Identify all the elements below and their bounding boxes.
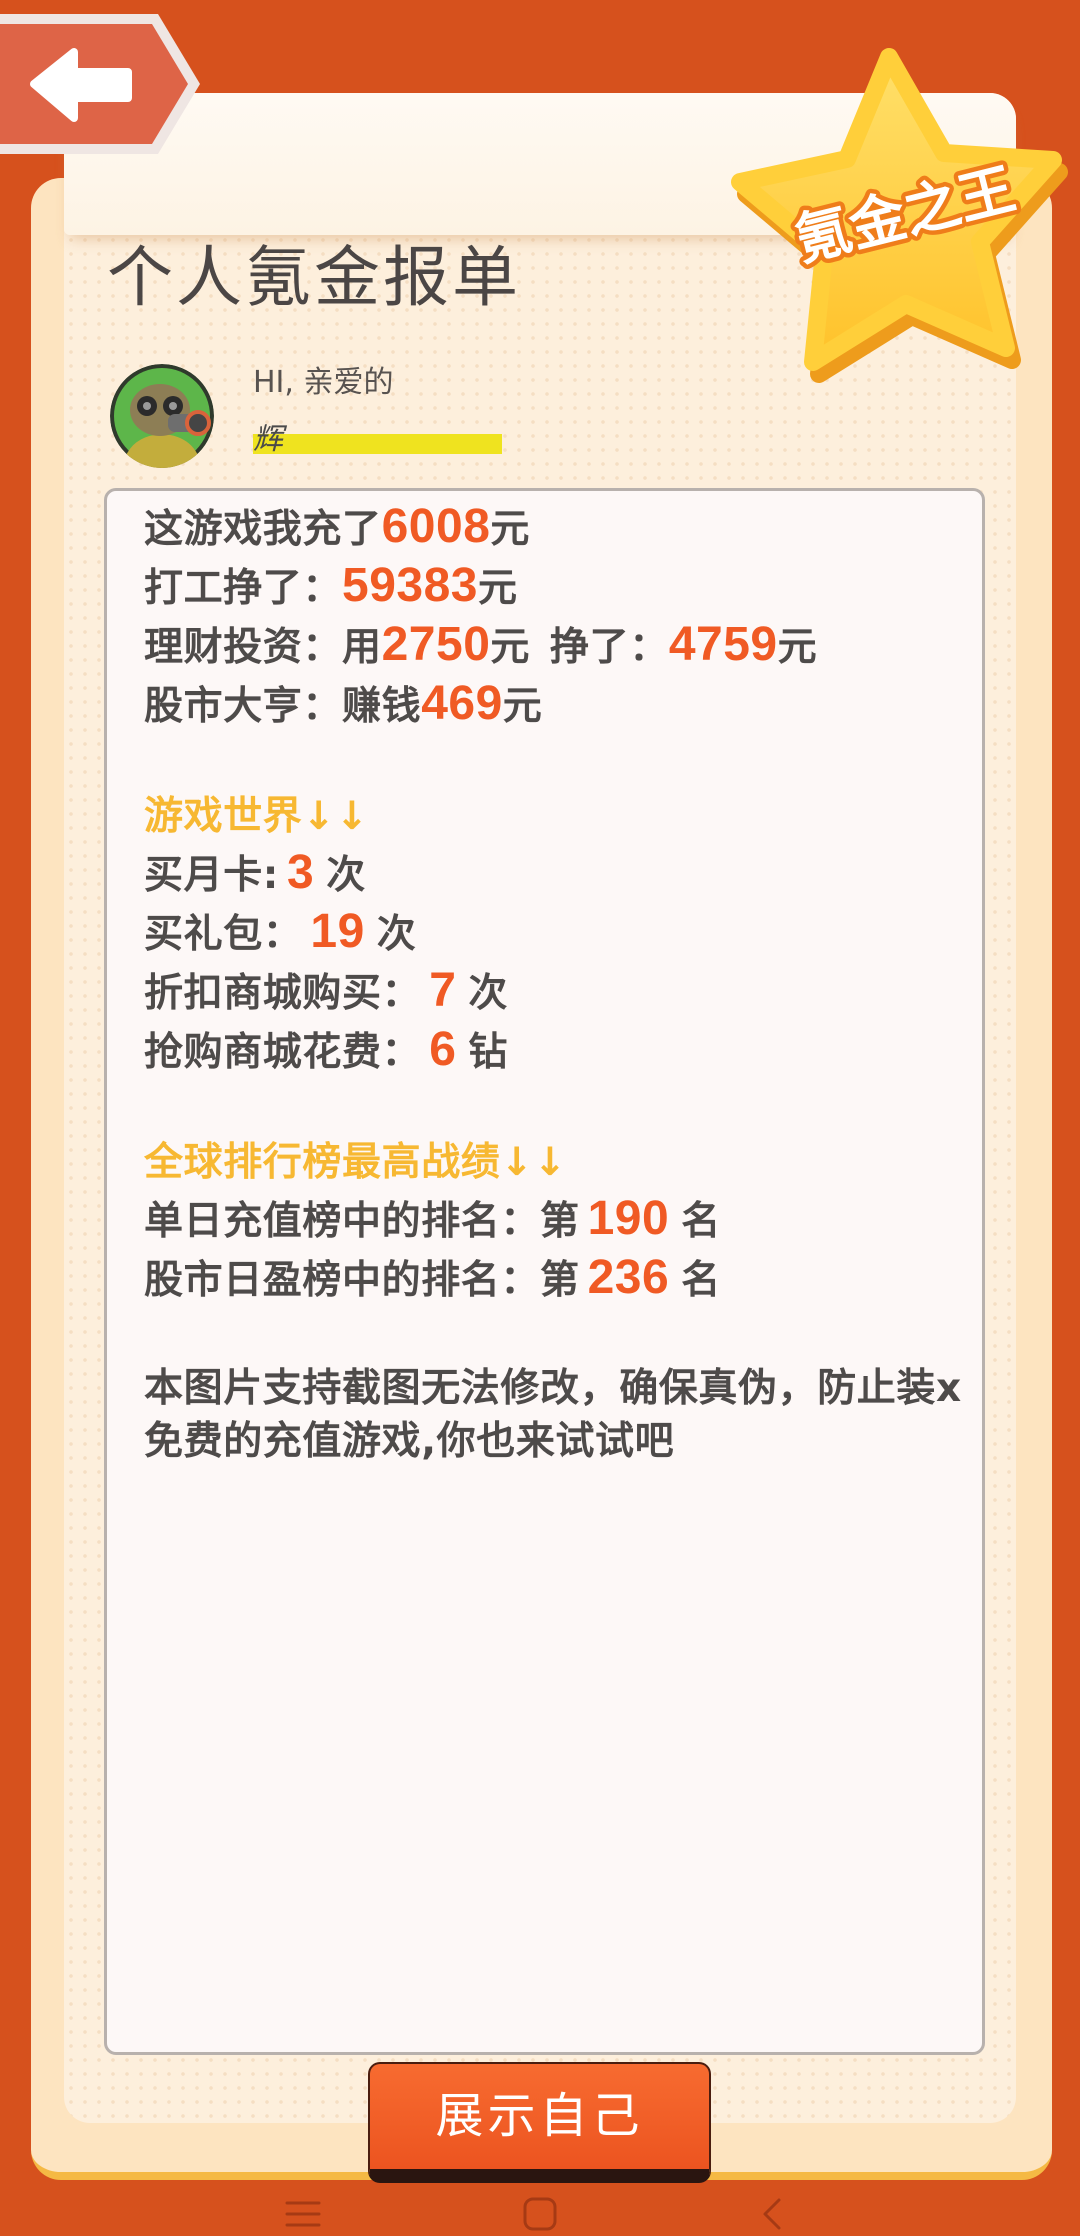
- invest-line: 理财投资：用2750元 挣了：4759元: [144, 618, 982, 677]
- ranking-line: 单日充值榜中的排名：第 190 名: [144, 1192, 982, 1251]
- invest-earned-label: 挣了：: [550, 625, 669, 670]
- menu-icon[interactable]: [285, 2199, 321, 2229]
- ranking-unit: 名: [681, 1199, 721, 1244]
- invest-earned-unit: 元: [777, 625, 818, 670]
- greeting-text: HI, 亲爱的: [253, 365, 394, 400]
- stock-amount: 469: [421, 677, 503, 730]
- recharge-label: 这游戏我充了: [144, 507, 382, 552]
- back-icon[interactable]: [760, 2197, 784, 2231]
- ranking-heading: 全球排行榜最高战绩↓↓: [144, 1140, 567, 1185]
- avatar[interactable]: [110, 364, 214, 468]
- game-stat-line: 折扣商城购买： 7 次: [144, 964, 982, 1023]
- note-line: 本图片支持截图无法修改，确保真伪，防止装x: [144, 1366, 962, 1411]
- game-world-heading: 游戏世界↓↓: [144, 794, 369, 839]
- back-arrow-icon: [0, 14, 200, 154]
- username: 辉: [253, 422, 283, 457]
- invest-label: 理财投资：用: [144, 625, 382, 670]
- game-stat-value: 6: [429, 1023, 457, 1076]
- back-button[interactable]: [0, 14, 200, 154]
- work-line: 打工挣了：59383元: [144, 559, 982, 618]
- game-stat-value: 7: [429, 964, 457, 1017]
- username-row: 辉: [253, 420, 502, 460]
- stock-unit: 元: [502, 684, 543, 729]
- home-icon[interactable]: [523, 2197, 557, 2231]
- share-button[interactable]: 展示自己: [368, 2062, 711, 2183]
- ranking-label: 单日充值榜中的排名：第: [144, 1199, 580, 1244]
- ranking-label: 股市日盈榜中的排名：第: [144, 1258, 580, 1303]
- game-stat-line: 买月卡: 3 次: [144, 846, 982, 905]
- game-stat-line: 买礼包： 19 次: [144, 905, 982, 964]
- game-stat-label: 折扣商城购买：: [144, 971, 422, 1016]
- recharge-amount: 6008: [381, 500, 491, 553]
- game-stat-unit: 次: [376, 912, 417, 957]
- invest-spent-unit: 元: [490, 625, 530, 670]
- invest-spent-amount: 2750: [381, 618, 491, 671]
- star-badge-icon: 氪金之王: [731, 48, 1068, 383]
- game-stat-label: 买礼包：: [144, 912, 303, 957]
- note-line: 免费的充值游戏,你也来试试吧: [144, 1419, 675, 1464]
- game-stat-unit: 钻: [468, 1030, 509, 1075]
- recharge-line: 这游戏我充了6008元: [144, 500, 982, 559]
- game-stat-unit: 次: [326, 853, 366, 898]
- ranking-value: 236: [587, 1251, 670, 1304]
- stock-label: 股市大亨：赚钱: [144, 684, 422, 729]
- gas-mask-avatar-icon: [110, 364, 214, 468]
- work-label: 打工挣了：: [144, 566, 343, 611]
- ranking-unit: 名: [681, 1258, 721, 1303]
- game-stat-label: 抢购商城花费：: [144, 1030, 422, 1075]
- work-unit: 元: [478, 566, 518, 611]
- invest-earned-amount: 4759: [668, 618, 778, 671]
- recharge-unit: 元: [490, 507, 530, 552]
- game-stat-value: 19: [310, 905, 365, 958]
- ranking-line: 股市日盈榜中的排名：第 236 名: [144, 1251, 982, 1310]
- game-stat-unit: 次: [468, 971, 509, 1016]
- game-stat-line: 抢购商城花费： 6 钻: [144, 1023, 982, 1082]
- system-nav-bar: [0, 2190, 1080, 2236]
- report-content-box: 这游戏我充了6008元 打工挣了：59383元 理财投资：用2750元 挣了：47…: [104, 488, 985, 2055]
- stock-line: 股市大亨：赚钱469元: [144, 677, 982, 736]
- ranking-value: 190: [587, 1192, 670, 1245]
- game-stat-label: 买月卡:: [144, 853, 279, 898]
- work-amount: 59383: [342, 559, 478, 612]
- game-stat-value: 3: [287, 846, 315, 899]
- page-title: 个人氪金报单: [107, 239, 521, 316]
